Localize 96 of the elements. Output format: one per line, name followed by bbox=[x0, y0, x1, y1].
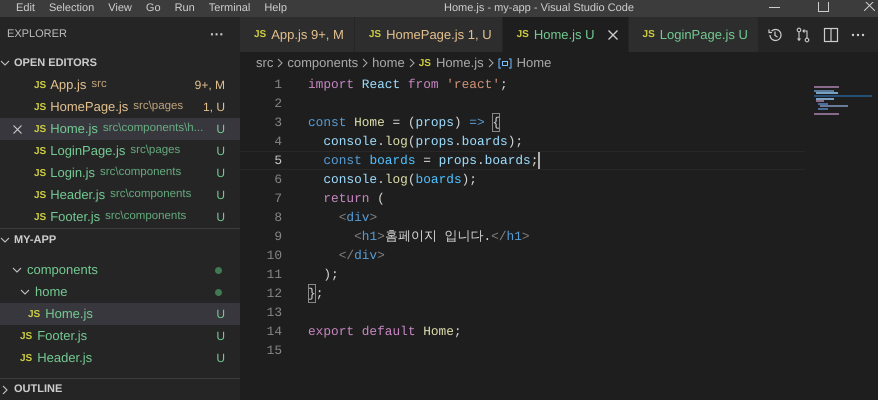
history-icon[interactable] bbox=[766, 26, 783, 42]
code-line: </div> bbox=[338, 246, 385, 265]
open-editor-item[interactable]: JS Login.js src\components U bbox=[0, 162, 240, 184]
code-line: const boards = props.boards; bbox=[322, 151, 540, 170]
file-item[interactable]: JS Header.js U bbox=[0, 347, 240, 369]
line-number: 1 bbox=[273, 76, 282, 94]
js-file-icon: JS bbox=[20, 328, 32, 344]
js-file-icon: JS bbox=[34, 100, 46, 114]
chevron-down-icon[interactable] bbox=[0, 58, 10, 68]
chevron-right-icon bbox=[362, 58, 368, 68]
code-line: console.log(boards); bbox=[322, 170, 477, 189]
code-line: import React from 'react'; bbox=[308, 76, 508, 94]
line-number: 7 bbox=[273, 190, 282, 208]
breadcrumb-item[interactable]: components bbox=[287, 53, 358, 73]
section-header[interactable]: MY-APP bbox=[0, 229, 240, 251]
js-file-icon: JS bbox=[34, 188, 46, 202]
editor-tab[interactable]: JS HomePage.js 1, U bbox=[354, 17, 503, 52]
line-number: 5 bbox=[273, 152, 282, 170]
text-cursor bbox=[538, 152, 540, 169]
more-button[interactable]: ··· bbox=[210, 24, 224, 45]
js-file-icon: JS bbox=[368, 27, 382, 42]
split-editor-icon[interactable] bbox=[822, 26, 839, 42]
js-file-icon: JS bbox=[20, 350, 32, 366]
breadcrumb-item[interactable]: home bbox=[372, 53, 405, 73]
js-file-icon: JS bbox=[34, 122, 46, 136]
js-file-icon: JS bbox=[28, 306, 40, 322]
js-file-icon: JS bbox=[34, 210, 46, 224]
menu-item[interactable]: Run bbox=[174, 0, 195, 17]
menu-item[interactable]: Terminal bbox=[208, 0, 250, 17]
line-number: 13 bbox=[266, 304, 282, 322]
chevron-right-icon bbox=[277, 58, 284, 68]
menu-item[interactable]: Selection bbox=[48, 0, 94, 17]
breadcrumb-item[interactable]: Home bbox=[498, 53, 552, 73]
open-editor-item[interactable]: JS Home.js src\components\h... U bbox=[0, 118, 240, 140]
code-line: <div> bbox=[338, 208, 378, 227]
open-editor-item[interactable]: JS LoginPage.js src\pages U bbox=[0, 140, 240, 162]
code-line: console.log(props.boards); bbox=[322, 132, 524, 151]
chevron-right-icon bbox=[488, 58, 494, 68]
section-header[interactable]: OUTLINE bbox=[0, 378, 62, 400]
editor-tab[interactable]: JS LoginPage.js U bbox=[628, 17, 759, 52]
line-number: 14 bbox=[266, 322, 282, 341]
menu-item[interactable]: Edit bbox=[16, 0, 35, 17]
chevron-down-icon[interactable] bbox=[20, 287, 30, 297]
sidebar-title: EXPLORER bbox=[7, 27, 67, 42]
code-line: return ( bbox=[322, 190, 385, 208]
js-file-icon: JS bbox=[516, 27, 529, 42]
file-item[interactable]: JS Home.js U bbox=[0, 303, 240, 325]
open-editor-item[interactable]: JS Footer.js src\components U bbox=[0, 206, 240, 228]
code-line: const Home = (props) => { bbox=[308, 112, 500, 132]
code-line: export default Home; bbox=[308, 322, 462, 341]
chevron-down-icon[interactable] bbox=[0, 235, 10, 245]
minimize-icon[interactable] bbox=[769, 7, 780, 9]
folder-item[interactable]: home bbox=[0, 281, 240, 303]
js-file-icon: JS bbox=[418, 56, 431, 70]
open-editor-item[interactable]: JS Header.js src\components U bbox=[0, 184, 240, 206]
close-icon[interactable] bbox=[864, 2, 875, 11]
maximize-icon[interactable] bbox=[818, 2, 829, 12]
menu-item[interactable]: Help bbox=[264, 0, 287, 17]
close-icon[interactable] bbox=[608, 30, 618, 40]
file-item[interactable]: JS Footer.js U bbox=[0, 325, 240, 347]
line-number: 15 bbox=[266, 342, 282, 360]
chevron-down-icon[interactable] bbox=[12, 265, 22, 275]
breadcrumb-item[interactable]: src bbox=[256, 53, 274, 73]
chevron-right-icon[interactable] bbox=[0, 384, 10, 394]
editor-tab[interactable]: JS Home.js U bbox=[502, 17, 629, 52]
line-number: 11 bbox=[266, 266, 282, 284]
js-file-icon: JS bbox=[642, 27, 655, 42]
code-line: }; bbox=[308, 284, 324, 304]
line-number: 2 bbox=[273, 94, 282, 113]
line-number: 8 bbox=[273, 208, 282, 227]
menu-item[interactable]: Go bbox=[146, 0, 161, 17]
breadcrumb-item[interactable]: JS Home.js bbox=[418, 53, 484, 73]
chevron-right-icon bbox=[408, 58, 415, 68]
line-number: 10 bbox=[266, 246, 282, 265]
line-number: 12 bbox=[266, 284, 282, 303]
code-line: ); bbox=[322, 266, 339, 284]
js-file-icon: JS bbox=[34, 78, 46, 92]
line-number: 4 bbox=[273, 132, 282, 151]
js-file-icon: JS bbox=[34, 144, 46, 158]
js-file-icon: JS bbox=[34, 166, 46, 180]
folder-item[interactable]: components bbox=[0, 259, 240, 281]
open-editor-item[interactable]: JS HomePage.js src\pages 1, U bbox=[0, 96, 240, 118]
line-number: 6 bbox=[273, 170, 282, 189]
compare-changes-icon[interactable] bbox=[794, 26, 811, 42]
more-icon[interactable] bbox=[850, 32, 865, 36]
line-number: 3 bbox=[273, 114, 282, 132]
code-line: <h1>홈페이지 입니다.</h1> bbox=[353, 228, 530, 246]
close-icon[interactable] bbox=[12, 124, 22, 134]
open-editor-item[interactable]: JS App.js src 9+, M bbox=[0, 74, 240, 96]
symbol-variable-icon bbox=[498, 58, 512, 68]
section-header[interactable]: OPEN EDITORS bbox=[0, 52, 240, 74]
menu-item[interactable]: View bbox=[108, 0, 132, 17]
window-title: Home.js - my-app - Visual Studio Code bbox=[444, 1, 634, 16]
line-number: 9 bbox=[273, 228, 282, 246]
editor-tab[interactable]: JS App.js 9+, M bbox=[240, 17, 355, 52]
js-file-icon: JS bbox=[254, 27, 266, 42]
